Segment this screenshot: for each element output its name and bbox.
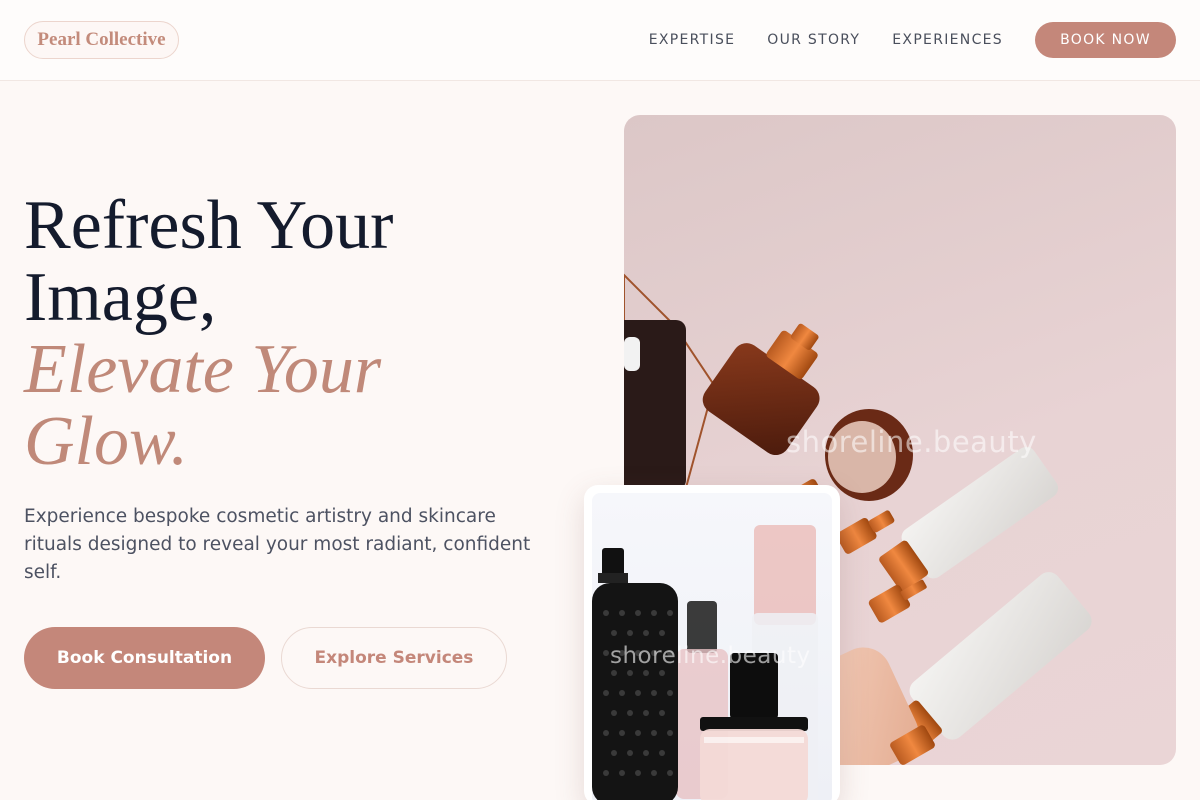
card-image-watermark: shoreline.beauty [610, 643, 811, 669]
nav-link-our-story[interactable]: OUR STORY [767, 32, 860, 48]
perfume-bottles-image: shoreline.beauty [592, 493, 832, 800]
brand-logo[interactable]: Pearl Collective [24, 21, 179, 59]
explore-services-button[interactable]: Explore Services [281, 627, 507, 689]
book-consultation-button[interactable]: Book Consultation [24, 627, 265, 689]
hero-secondary-image-card: shoreline.beauty [584, 485, 840, 800]
nav-link-experiences[interactable]: EXPERIENCES [892, 32, 1003, 48]
hero-title-line-1: Refresh Your [24, 187, 394, 264]
hero-title: Refresh Your Image, Elevate Your Glow. [24, 190, 584, 478]
hero-title-line-2: Image, [24, 259, 217, 336]
nav-link-expertise[interactable]: EXPERTISE [649, 32, 736, 48]
hero-description: Experience bespoke cosmetic artistry and… [24, 506, 531, 583]
book-now-button[interactable]: BOOK NOW [1035, 22, 1176, 58]
hero-accent-line-2: Glow. [24, 403, 188, 480]
main-nav: EXPERTISE OUR STORY EXPERIENCES BOOK NOW [649, 22, 1176, 58]
site-header: Pearl Collective EXPERTISE OUR STORY EXP… [0, 0, 1200, 81]
hero-accent-line-1: Elevate Your [24, 331, 382, 408]
main-image-watermark: shoreline.beauty [786, 425, 1037, 459]
